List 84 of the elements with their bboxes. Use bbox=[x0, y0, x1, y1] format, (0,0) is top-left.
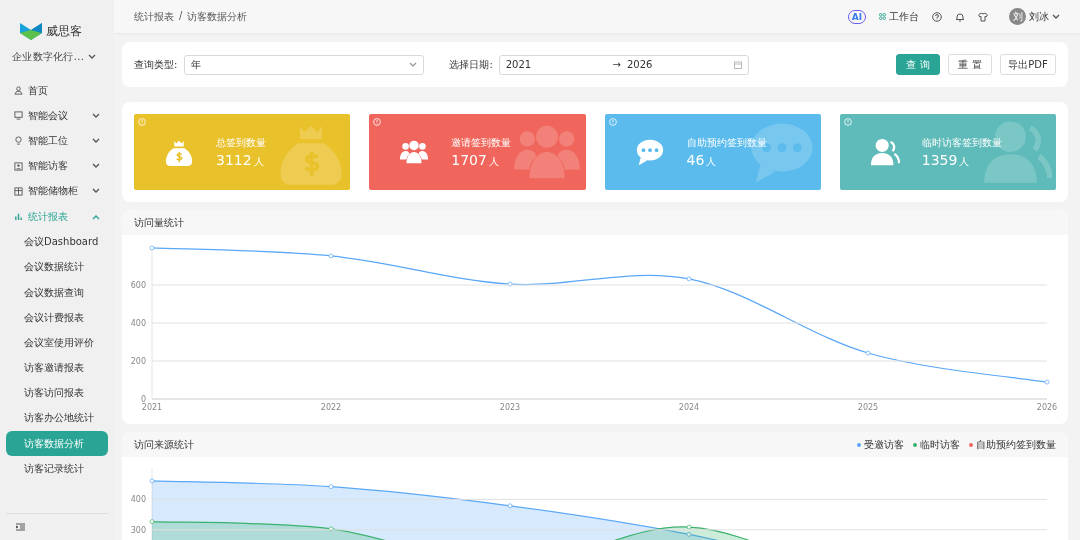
export-button[interactable]: 导出PDF bbox=[1000, 54, 1056, 75]
info-icon bbox=[373, 118, 382, 126]
legend-item[interactable]: 受邀访客 bbox=[857, 437, 904, 452]
breadcrumb-item: 访客数据分析 bbox=[187, 9, 248, 24]
shirt-icon[interactable] bbox=[978, 11, 988, 22]
stat-value: 46 bbox=[686, 151, 705, 168]
query-type-select[interactable]: 年 bbox=[184, 54, 425, 75]
legend-item[interactable]: 自助预约签到数量 bbox=[969, 437, 1056, 452]
submenu-item[interactable]: 访客办公地统计 bbox=[6, 405, 108, 431]
stat-unit: 人 bbox=[706, 154, 717, 169]
y-tick-label: 200 bbox=[130, 357, 146, 366]
date-label: 选择日期: bbox=[449, 57, 493, 72]
chevron-icon bbox=[92, 213, 100, 220]
stat-unit: 人 bbox=[488, 154, 499, 169]
x-tick-label: 2024 bbox=[678, 403, 700, 412]
menu-item[interactable]: 首页 bbox=[0, 78, 114, 104]
submenu-item[interactable]: 访客访问报表 bbox=[6, 380, 108, 406]
chart-title: 访问来源统计 bbox=[134, 437, 194, 452]
x-tick-label: 2022 bbox=[320, 403, 342, 412]
stat-label: 邀请签到数量 bbox=[451, 135, 512, 150]
workbench-link[interactable]: 工作台 bbox=[879, 9, 919, 24]
bell-icon[interactable] bbox=[955, 11, 965, 22]
info-icon bbox=[843, 118, 852, 126]
chevron-icon bbox=[92, 188, 100, 195]
y-tick-label: 400 bbox=[130, 495, 146, 505]
submenu-item[interactable]: 会议数据统计 bbox=[6, 254, 108, 280]
x-tick-label: 2025 bbox=[857, 403, 879, 412]
stat-label: 总签到数量 bbox=[216, 135, 266, 150]
submenu-item[interactable]: 会议室使用评价 bbox=[6, 329, 108, 356]
chevron-icon bbox=[92, 112, 100, 119]
x-tick-label: 2023 bbox=[499, 403, 521, 412]
x-tick-label: 2026 bbox=[1036, 403, 1058, 412]
submenu-item[interactable]: 会议数据查询 bbox=[6, 279, 108, 305]
chevron-icon bbox=[88, 54, 97, 60]
y-tick-label: 300 bbox=[130, 525, 146, 535]
stat-value: 1707 bbox=[451, 151, 487, 168]
menu-item[interactable]: 智能会议 bbox=[0, 103, 114, 129]
calendar-icon bbox=[733, 60, 742, 69]
stat-unit: 人 bbox=[959, 154, 970, 169]
chat-icon bbox=[634, 137, 665, 167]
stat-value: 1359 bbox=[921, 151, 958, 168]
breadcrumb-item[interactable]: 统计报表 bbox=[134, 9, 174, 24]
menu-item[interactable]: 智能工位 bbox=[0, 128, 114, 154]
avatar: 刘 bbox=[1009, 8, 1026, 25]
submenu-item[interactable]: 会议Dashboard bbox=[6, 229, 108, 255]
chevron-icon bbox=[409, 61, 418, 68]
reset-button[interactable]: 重 置 bbox=[948, 54, 992, 75]
help-icon[interactable] bbox=[932, 11, 942, 22]
collapse-menu-icon[interactable] bbox=[16, 523, 25, 531]
menu-item[interactable]: 智能访客 bbox=[0, 153, 114, 179]
stat-label: 临时访客签到数量 bbox=[921, 135, 1002, 150]
query-type-label: 查询类型: bbox=[134, 57, 178, 72]
logo-text: 威思客 bbox=[46, 22, 82, 40]
legend-item[interactable]: 临时访客 bbox=[913, 437, 960, 452]
user-menu[interactable]: 刘 刘冰 bbox=[1009, 8, 1060, 25]
logo-icon bbox=[20, 22, 42, 40]
chevron-icon bbox=[92, 163, 100, 170]
person-icon bbox=[869, 137, 900, 167]
stat-label: 自助预约签到数量 bbox=[686, 135, 767, 150]
y-tick-label: 0 bbox=[140, 395, 146, 404]
id-card-icon bbox=[14, 161, 23, 171]
organization-selector[interactable]: 企业数字化行... bbox=[12, 50, 114, 64]
submenu-item[interactable]: 访客邀请报表 bbox=[6, 355, 108, 381]
info-icon bbox=[138, 118, 146, 126]
submenu-item[interactable]: 会议计费报表 bbox=[6, 304, 108, 330]
stat-unit: 人 bbox=[253, 154, 264, 169]
menu-item[interactable]: 智能储物柜 bbox=[0, 178, 114, 204]
breadcrumb-separator: / bbox=[179, 9, 183, 23]
y-tick-label: 600 bbox=[130, 281, 146, 290]
date-range-field[interactable]: 2021 → 2026 bbox=[498, 54, 749, 75]
chevron-icon bbox=[1052, 13, 1060, 20]
grid-icon bbox=[879, 13, 886, 20]
cabinet-icon bbox=[14, 186, 23, 196]
x-tick-label: 2021 bbox=[141, 403, 163, 412]
chevron-icon bbox=[92, 137, 100, 144]
submenu-item[interactable]: 访客记录统计 bbox=[6, 455, 108, 481]
y-tick-label: 400 bbox=[130, 319, 146, 328]
bulb-icon bbox=[14, 136, 23, 146]
chart-title: 访问量统计 bbox=[134, 215, 184, 230]
bar-chart-icon bbox=[14, 212, 23, 222]
stat-value: 3112 bbox=[216, 151, 252, 168]
monitor-icon bbox=[14, 111, 23, 121]
person-icon bbox=[14, 86, 23, 96]
info-icon bbox=[608, 118, 617, 126]
